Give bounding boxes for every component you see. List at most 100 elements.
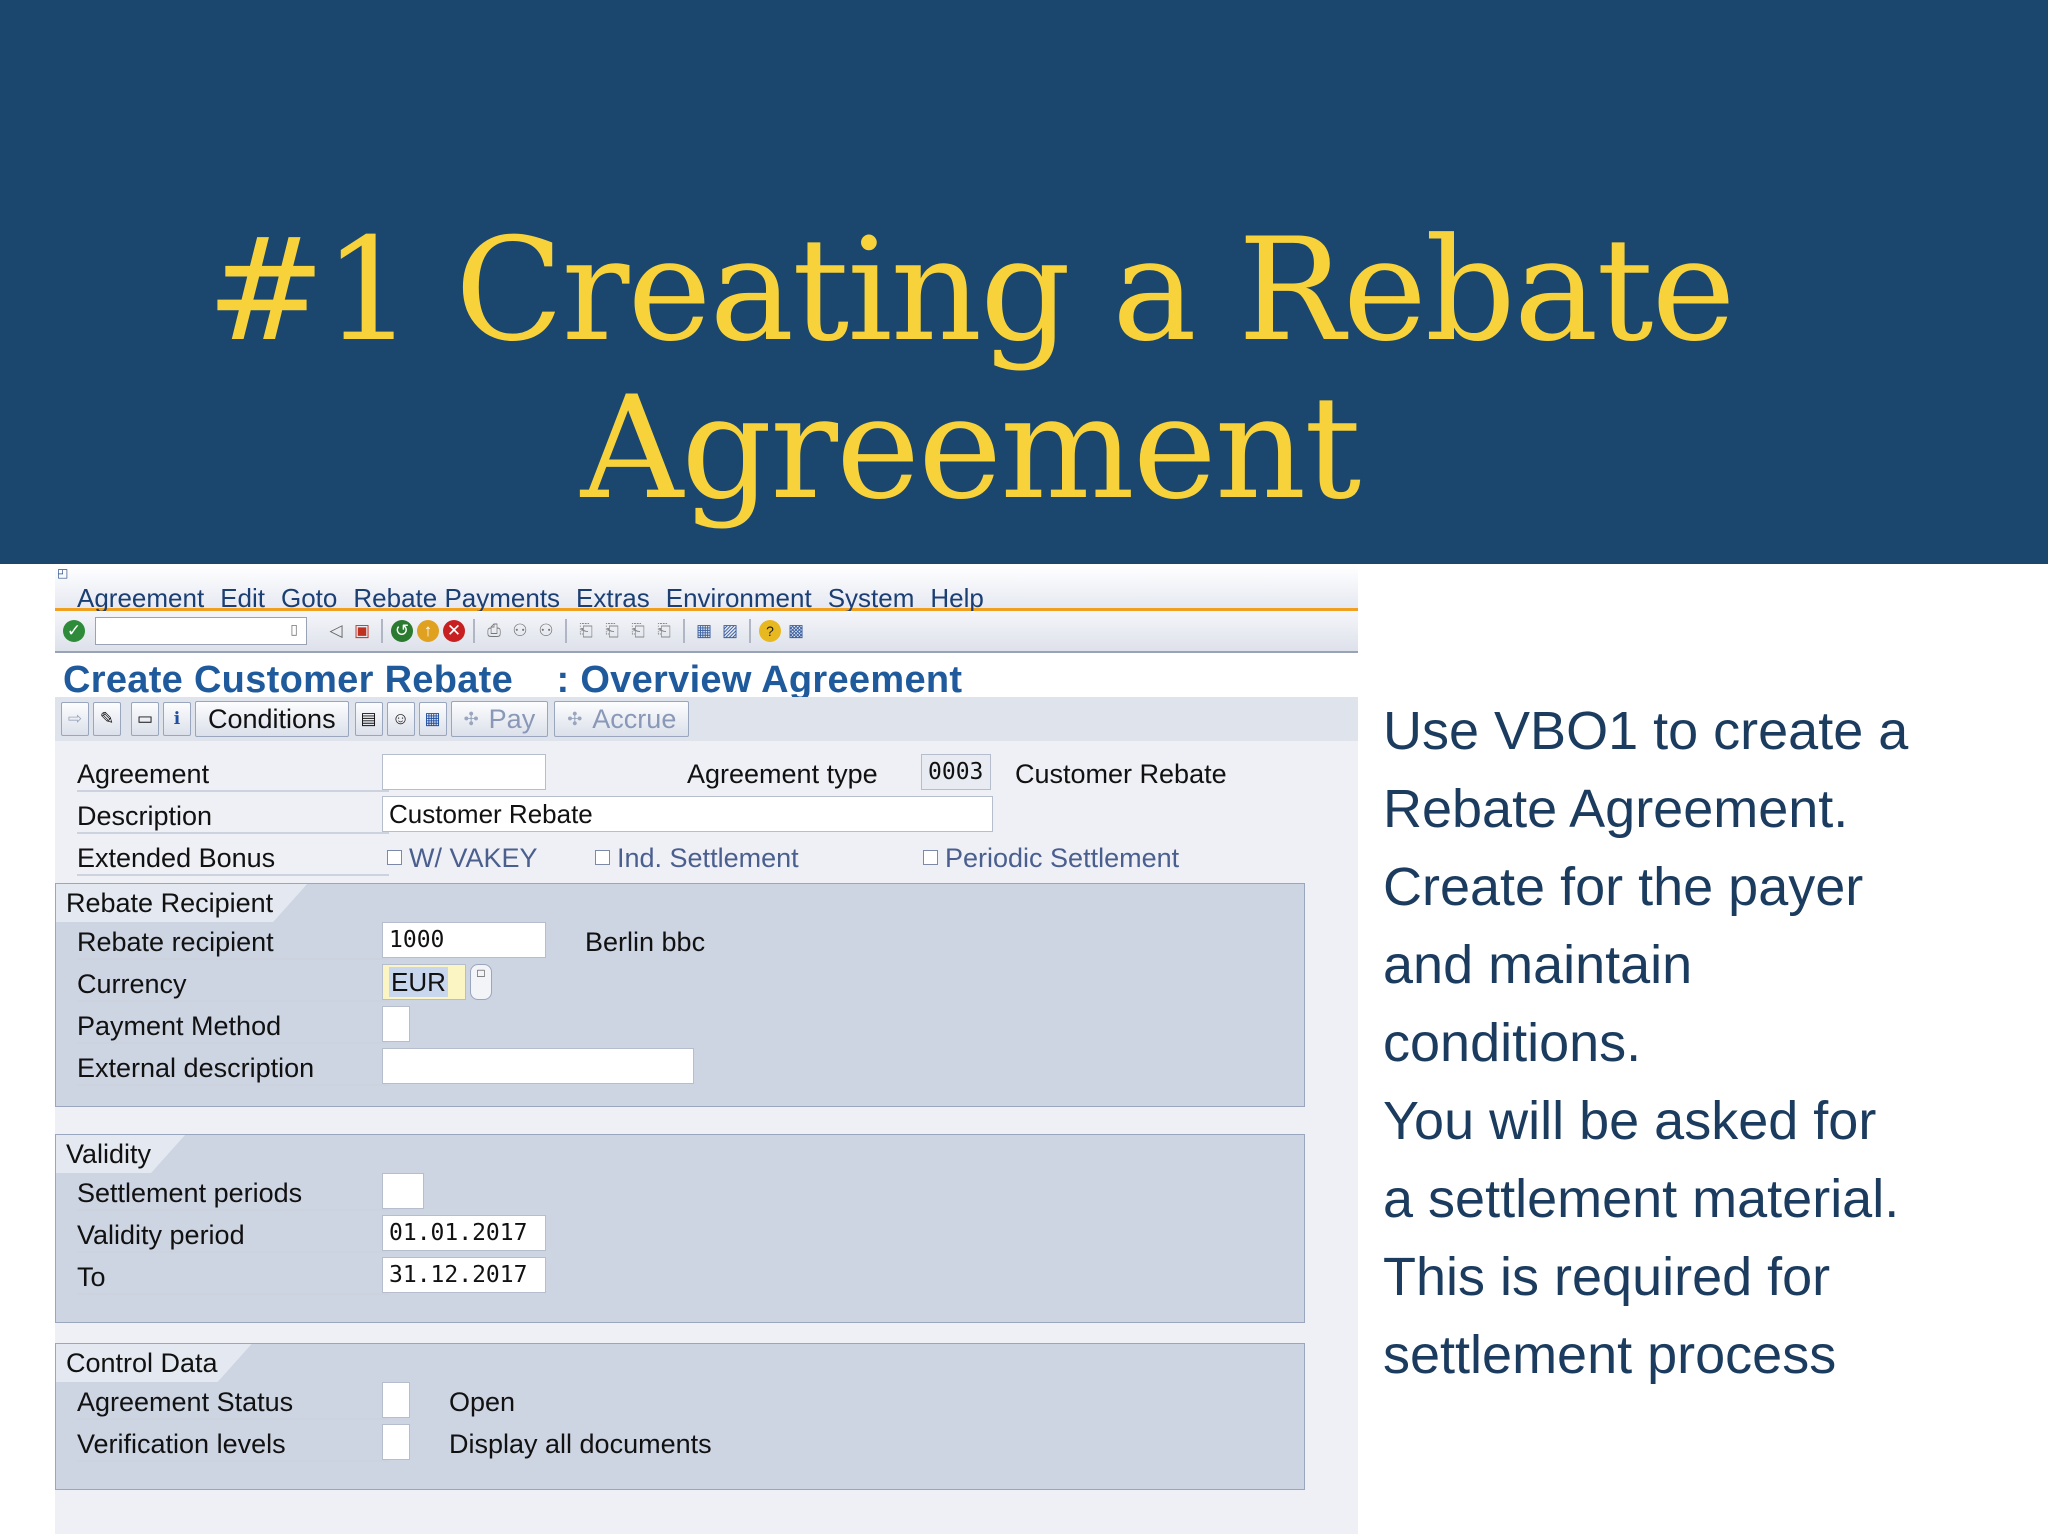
toolbar-separator xyxy=(565,619,567,643)
menu-items: Agreement Edit Goto Rebate Payments Extr… xyxy=(77,584,1000,612)
cancel-icon[interactable]: ✕ xyxy=(443,620,465,642)
window-menu-icon[interactable]: ◰ xyxy=(57,566,71,580)
find-icon[interactable]: ⚇ xyxy=(509,620,531,642)
toolbar-separator xyxy=(381,619,383,643)
table-view-icon[interactable]: ▦ xyxy=(418,702,447,736)
command-history-icon[interactable]: ▯ xyxy=(290,621,298,638)
validity-period-label: Validity period xyxy=(77,1217,389,1253)
currency-label: Currency xyxy=(77,966,389,1002)
ind-settlement-checkbox[interactable]: Ind. Settlement xyxy=(595,840,799,876)
settlement-periods-input[interactable] xyxy=(382,1173,424,1209)
menu-system[interactable]: System xyxy=(828,584,925,612)
toolbar-separator xyxy=(683,619,685,643)
note-line: a settlement material. xyxy=(1383,1169,1900,1229)
extended-bonus-label: Extended Bonus xyxy=(77,840,389,876)
validity-group: Validity Settlement periods Validity per… xyxy=(55,1134,1305,1323)
standard-toolbar: ✓ ▯ ◁ ▣ ↺ ↑ ✕ ⎙ ⚇ ⚇ ⎗ ⎗ ⎗ ⎗ ▦ ▨ ? ▩ xyxy=(55,611,1358,653)
rebate-recipient-label: Rebate recipient xyxy=(77,924,389,960)
note-line: Use VBO1 to create a xyxy=(1383,701,1909,761)
note-line: and maintain xyxy=(1383,935,1693,995)
last-page-icon[interactable]: ⎗ xyxy=(653,620,675,642)
info-icon[interactable]: ℹ xyxy=(163,702,191,736)
slide-title-line-2: Agreement xyxy=(580,366,1362,531)
agreement-type-description: Customer Rebate xyxy=(1015,759,1227,789)
control-data-group-title: Control Data xyxy=(56,1344,252,1382)
slide-title-line-1: #1 Creating a Rebate xyxy=(206,208,1735,373)
edit-pencil-icon[interactable]: ✎ xyxy=(93,702,121,736)
first-page-icon[interactable]: ⎗ xyxy=(575,620,597,642)
ind-settlement-checkbox-box[interactable] xyxy=(595,850,610,866)
menu-edit[interactable]: Edit xyxy=(220,584,275,612)
agreement-label: Agreement xyxy=(77,756,389,792)
payment-method-input[interactable] xyxy=(382,1006,410,1042)
note-line: Create for the payer xyxy=(1383,857,1864,917)
toolbar-separator xyxy=(749,619,751,643)
sap-window: ◰ Agreement Edit Goto Rebate Payments Ex… xyxy=(55,566,1358,1534)
description-input[interactable]: Customer Rebate xyxy=(382,796,993,832)
save-icon[interactable]: ▣ xyxy=(351,620,373,642)
rebate-recipient-input[interactable]: 1000 xyxy=(382,922,546,958)
periodic-settlement-checkbox[interactable]: Periodic Settlement xyxy=(923,840,1179,876)
display-window-icon[interactable]: ▭ xyxy=(131,702,159,736)
payment-method-label: Payment Method xyxy=(77,1008,389,1044)
periodic-settlement-checkbox-box[interactable] xyxy=(923,850,938,866)
pay-button-label: Pay xyxy=(488,703,536,734)
person-icon[interactable]: ☺ xyxy=(386,702,415,736)
note-line: settlement process xyxy=(1383,1325,1837,1385)
description-label: Description xyxy=(77,798,389,834)
find-next-icon[interactable]: ⚇ xyxy=(535,620,557,642)
previous-page-icon[interactable]: ⎗ xyxy=(601,620,623,642)
validity-from-input[interactable]: 01.01.2017 xyxy=(382,1215,546,1251)
menu-help[interactable]: Help xyxy=(930,584,993,612)
validity-to-input[interactable]: 31.12.2017 xyxy=(382,1257,546,1293)
ind-settlement-checkbox-label: Ind. Settlement xyxy=(617,843,799,873)
partner-icon[interactable]: ▤ xyxy=(354,702,383,736)
status-area xyxy=(55,1499,1358,1534)
note-line: You will be asked for xyxy=(1383,1091,1877,1151)
accrue-button[interactable]: ✣ Accrue xyxy=(554,701,690,737)
menu-rebate-payments[interactable]: Rebate Payments xyxy=(353,584,570,612)
print-icon[interactable]: ⎙ xyxy=(483,620,505,642)
agreement-type-label: Agreement type xyxy=(687,759,878,789)
external-description-input[interactable] xyxy=(382,1048,694,1084)
agreement-status-text: Open xyxy=(449,1387,516,1417)
slide-note: Use VBO1 to create a Rebate Agreement. C… xyxy=(1383,692,2023,1394)
conditions-button[interactable]: Conditions xyxy=(195,701,349,737)
note-line: conditions. xyxy=(1383,1013,1642,1073)
menu-extras[interactable]: Extras xyxy=(576,584,660,612)
shortcut-icon[interactable]: ▨ xyxy=(719,620,741,642)
vakey-checkbox-box[interactable] xyxy=(387,850,402,866)
accrue-button-label: Accrue xyxy=(592,703,677,734)
rebate-recipient-group: Rebate Recipient Rebate recipient 1000 B… xyxy=(55,883,1305,1107)
back-arrow-small-icon[interactable]: ◁ xyxy=(325,620,347,642)
currency-input[interactable]: EUR xyxy=(382,964,466,1000)
agreement-input[interactable] xyxy=(382,754,546,790)
next-page-icon[interactable]: ⎗ xyxy=(627,620,649,642)
pay-icon: ✣ xyxy=(463,708,479,729)
switch-mode-icon[interactable]: ⇨ xyxy=(61,702,89,736)
back-icon[interactable]: ↺ xyxy=(391,620,413,642)
application-toolbar: ⇨ ✎ ▭ ℹ Conditions ▤ ☺ ▦ ✣ Pay ✣ Accrue xyxy=(55,697,1358,741)
pay-button[interactable]: ✣ Pay xyxy=(450,701,549,737)
menu-goto[interactable]: Goto xyxy=(281,584,347,612)
note-line: Rebate Agreement. xyxy=(1383,779,1849,839)
help-icon[interactable]: ? xyxy=(759,620,781,642)
command-field[interactable]: ▯ xyxy=(95,617,307,645)
menu-environment[interactable]: Environment xyxy=(666,584,822,612)
layout-menu-icon[interactable]: ▩ xyxy=(785,620,807,642)
verification-levels-text: Display all documents xyxy=(449,1429,712,1459)
menu-agreement[interactable]: Agreement xyxy=(77,584,214,612)
vakey-checkbox[interactable]: W/ VAKEY xyxy=(387,840,538,876)
screen-title-bar: Create Customer Rebate : Overview Agreem… xyxy=(55,653,1358,701)
exit-icon[interactable]: ↑ xyxy=(417,620,439,642)
toolbar-separator xyxy=(473,619,475,643)
verification-levels-input[interactable] xyxy=(382,1424,410,1460)
new-session-icon[interactable]: ▦ xyxy=(693,620,715,642)
accrue-icon: ✣ xyxy=(567,708,583,729)
agreement-status-input[interactable] xyxy=(382,1382,410,1418)
agreement-type-field: 0003 xyxy=(921,754,991,790)
value-help-icon[interactable]: □ xyxy=(470,964,492,1000)
rebate-recipient-name: Berlin bbc xyxy=(585,927,706,957)
validity-to-label: To xyxy=(77,1259,389,1295)
enter-check-icon[interactable]: ✓ xyxy=(63,620,85,642)
